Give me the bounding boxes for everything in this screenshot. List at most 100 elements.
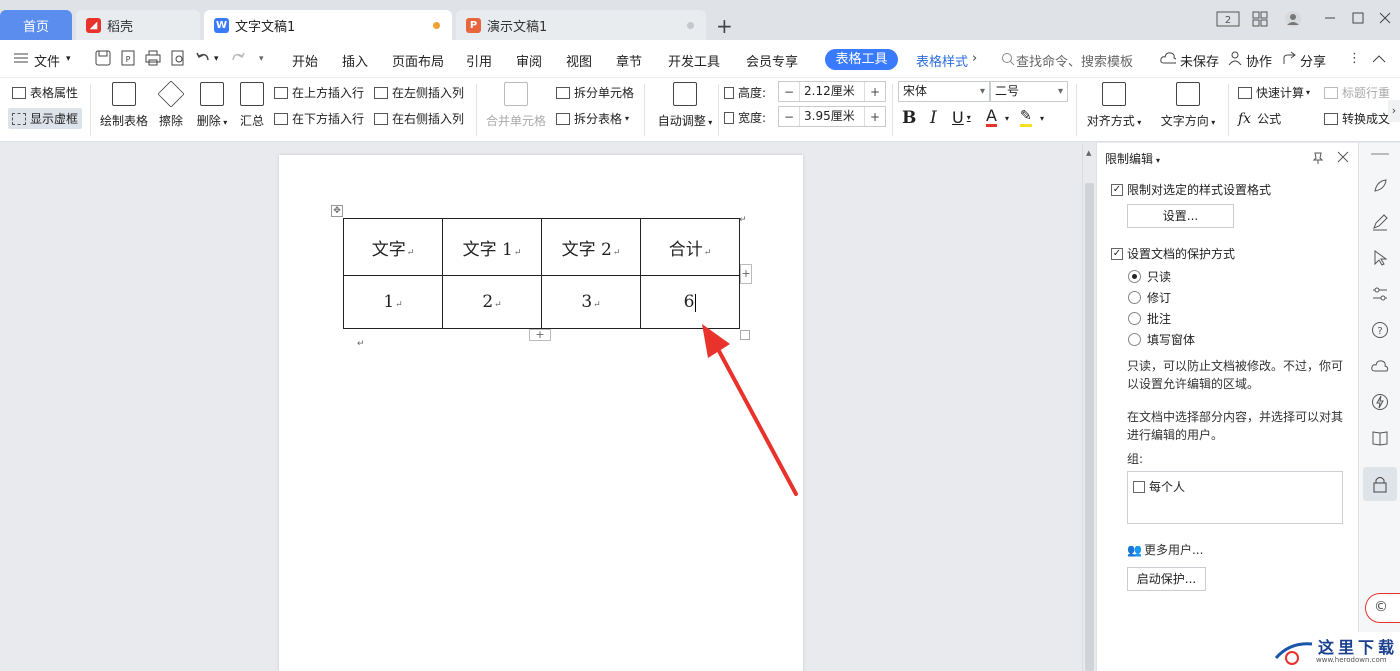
new-tab-button[interactable]: + <box>716 14 733 38</box>
minimize-icon[interactable] <box>1324 12 1336 24</box>
undo-icon[interactable] <box>195 50 211 66</box>
col-width-value[interactable]: 3.95厘米 <box>799 107 865 126</box>
vertical-scrollbar[interactable]: ▲ <box>1082 143 1096 671</box>
table-cell[interactable]: 文字 1↵ <box>442 218 542 276</box>
tab-home[interactable]: 首页 <box>0 10 72 40</box>
ribbon-scroll-right-icon[interactable]: › <box>1388 100 1400 122</box>
menu-view[interactable]: 视图 <box>566 51 592 70</box>
everyone-checkbox[interactable]: 每个人 <box>1133 478 1185 495</box>
underline-icon[interactable]: U ▾ <box>952 108 971 127</box>
close-icon[interactable] <box>1379 12 1391 24</box>
menu-insert[interactable]: 插入 <box>342 51 368 70</box>
table-move-handle-icon[interactable]: ✥ <box>331 205 343 217</box>
export-pdf-icon[interactable]: P <box>120 50 136 66</box>
alignment-button[interactable]: 对齐方式 ▾ <box>1084 82 1144 129</box>
table-cell[interactable]: 3↵ <box>541 275 641 329</box>
scroll-up-icon[interactable]: ▲ <box>1086 149 1091 157</box>
menu-start[interactable]: 开始 <box>292 51 318 70</box>
menu-table-tools[interactable]: 表格工具 <box>825 49 898 70</box>
quick-calc-button[interactable]: 快速计算 ▾ <box>1238 84 1310 101</box>
erase-button[interactable]: 擦除 <box>154 80 188 129</box>
menu-member[interactable]: 会员专享 <box>746 51 798 70</box>
protect-method-checkbox[interactable]: ✓ 设置文档的保护方式 <box>1111 245 1235 262</box>
font-color-dropdown-icon[interactable]: ▾ <box>1005 114 1009 123</box>
col-width-decrease-button[interactable]: − <box>779 110 799 124</box>
lightning-icon[interactable] <box>1371 393 1389 411</box>
undo-dropdown-icon[interactable]: ▾ <box>214 54 219 64</box>
menu-chapter[interactable]: 章节 <box>616 51 642 70</box>
table-cell[interactable]: 文字 2↵ <box>541 218 641 276</box>
file-dropdown-icon[interactable]: ▾ <box>66 54 71 64</box>
add-column-button[interactable]: + <box>740 264 752 284</box>
table-cell[interactable]: 文字↵ <box>343 218 443 276</box>
more-users-link[interactable]: 👥 更多用户... <box>1127 541 1203 558</box>
print-icon[interactable] <box>145 50 161 66</box>
table-cell[interactable]: 1↵ <box>343 275 443 329</box>
menu-file[interactable]: 文件 <box>34 51 60 70</box>
radio-comments[interactable]: 批注 <box>1128 310 1171 327</box>
document-canvas[interactable]: ✥ 文字↵ 文字 1↵ 文字 2↵ 合计↵ 1↵ 2↵ 3↵ 6 + + ↵ ↵ <box>0 143 1082 671</box>
highlight-icon[interactable]: ✎ <box>1020 108 1032 127</box>
menu-table-style[interactable]: 表格样式 <box>916 51 968 70</box>
pen-icon[interactable] <box>1371 213 1389 231</box>
delete-button[interactable]: 删除 ▾ <box>192 82 232 129</box>
show-gridlines-toggle[interactable]: 显示虚框 <box>8 108 83 129</box>
convert-to-text-button[interactable]: 转换成文 <box>1324 110 1390 127</box>
font-family-select[interactable]: 宋体 <box>898 81 990 102</box>
collapse-ribbon-icon[interactable] <box>1372 54 1388 70</box>
menu-references[interactable]: 引用 <box>466 51 492 70</box>
cloud-backup-icon[interactable] <box>1371 357 1389 375</box>
settings-button[interactable]: 设置... <box>1127 204 1234 228</box>
table-cell[interactable]: 2↵ <box>442 275 542 329</box>
panel-title[interactable]: 限制编辑 ▾ <box>1105 150 1160 167</box>
insert-col-right-button[interactable]: 在右侧插入列 <box>374 110 464 127</box>
tab-presentation[interactable]: P 演示文稿1 <box>456 10 706 40</box>
row-height-decrease-button[interactable]: − <box>779 85 799 99</box>
book-search-icon[interactable] <box>1371 429 1389 447</box>
split-table-button[interactable]: 拆分表格 ▾ <box>556 110 629 127</box>
radio-readonly[interactable]: 只读 <box>1128 268 1171 285</box>
menu-page-layout[interactable]: 页面布局 <box>392 51 444 70</box>
collaborate-button[interactable]: 协作 <box>1246 51 1272 70</box>
help-icon[interactable]: ? <box>1371 321 1389 339</box>
grid-apps-icon[interactable] <box>1252 11 1268 27</box>
lock-tab-active[interactable] <box>1363 467 1397 501</box>
row-height-value[interactable]: 2.12厘米 <box>799 82 865 101</box>
font-size-select[interactable]: 二号 <box>990 81 1068 102</box>
split-cells-button[interactable]: 拆分单元格 <box>556 84 634 101</box>
radio-fill-forms[interactable]: 填写窗体 <box>1128 331 1195 348</box>
start-protection-button[interactable]: 启动保护... <box>1127 567 1206 591</box>
hamburger-menu-icon[interactable] <box>14 52 30 68</box>
unsaved-status[interactable]: 未保存 <box>1180 51 1219 70</box>
scrollbar-thumb[interactable] <box>1085 183 1094 671</box>
insert-col-left-button[interactable]: 在左侧插入列 <box>374 84 464 101</box>
summary-button[interactable]: 汇总 <box>236 82 268 129</box>
add-row-button[interactable]: + <box>529 329 551 341</box>
insert-row-below-button[interactable]: 在下方插入行 <box>274 110 364 127</box>
print-preview-icon[interactable] <box>170 50 186 66</box>
save-icon[interactable] <box>95 50 111 66</box>
text-direction-button[interactable]: 文字方向 ▾ <box>1156 82 1220 129</box>
quick-access-dropdown-icon[interactable]: ▾ <box>259 54 264 64</box>
window-count-icon[interactable]: 2 <box>1216 11 1240 27</box>
table-cell[interactable]: 合计↵ <box>640 218 740 276</box>
merge-cells-button[interactable]: 合并单元格 <box>484 82 548 129</box>
italic-icon[interactable]: I <box>930 108 937 128</box>
redo-icon[interactable] <box>230 50 246 66</box>
share-button[interactable]: 分享 <box>1300 51 1326 70</box>
tab-daoke[interactable]: ◢ 稻壳 <box>76 10 200 40</box>
tab-document[interactable]: W 文字文稿1 <box>204 10 452 40</box>
menu-review[interactable]: 审阅 <box>516 51 542 70</box>
menu-scroll-right-icon[interactable]: › <box>972 51 977 66</box>
col-width-stepper[interactable]: − 3.95厘米 + <box>778 106 886 127</box>
document-table[interactable]: 文字↵ 文字 1↵ 文字 2↵ 合计↵ 1↵ 2↵ 3↵ 6 <box>343 218 740 329</box>
col-width-increase-button[interactable]: + <box>865 110 885 124</box>
maximize-icon[interactable] <box>1352 12 1364 24</box>
highlight-dropdown-icon[interactable]: ▾ <box>1040 114 1044 123</box>
command-search-input[interactable]: 查找命令、搜索模板 <box>1016 51 1133 70</box>
repeat-title-row-button[interactable]: 标题行重 <box>1324 84 1390 101</box>
pin-icon[interactable] <box>1311 151 1325 165</box>
insert-row-above-button[interactable]: 在上方插入行 <box>274 84 364 101</box>
more-options-icon[interactable]: ⋮ <box>1348 51 1361 66</box>
auto-fit-button[interactable]: 自动调整 ▾ <box>654 82 716 129</box>
